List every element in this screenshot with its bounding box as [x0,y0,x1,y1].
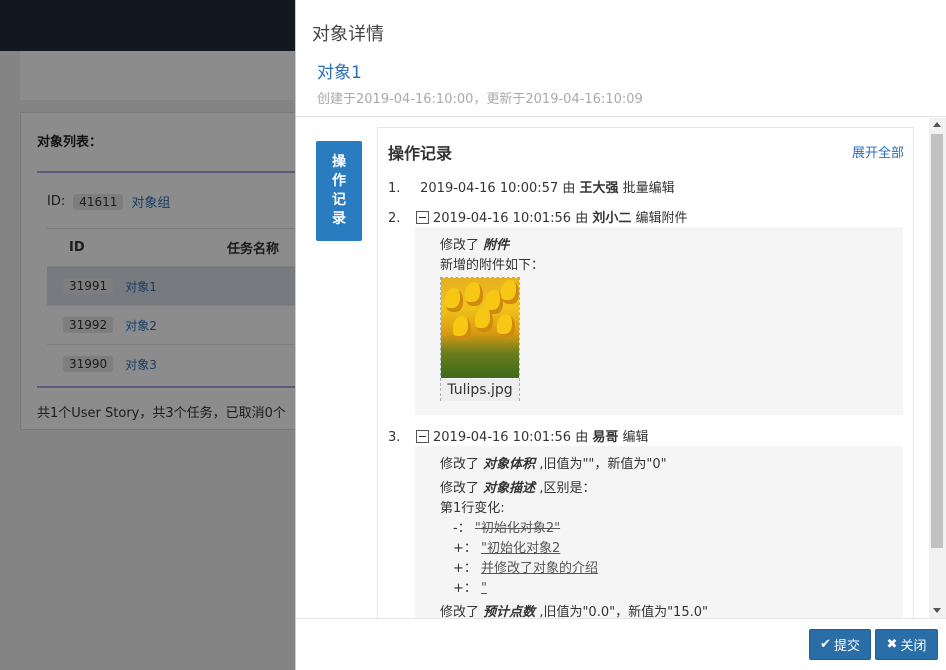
diff-text: "初始化对象2" [474,521,561,536]
record-user: 刘小二 [592,211,632,226]
diff-line-removed: -： "初始化对象2" [453,517,560,536]
record-time: 2019-04-16 10:00:57 [420,181,559,196]
expand-all-link[interactable]: 展开全部 [852,142,904,161]
detail-field: 对象描述 [483,481,536,496]
diff-sign: -： [453,521,471,536]
close-button[interactable]: ✖ 关闭 [875,629,938,660]
detail-line: 新增的附件如下： [440,258,545,273]
detail-field: 附件 [483,238,510,253]
modal-footer: ✔ 提交 ✖ 关闭 [296,618,946,670]
x-icon: ✖ [886,637,898,652]
record-action: 编辑附件 [635,211,688,226]
check-icon: ✔ [820,637,831,652]
record-by: 由 [562,181,576,196]
record-by: 由 [575,211,589,226]
object-meta: 创建于2019-04-16:10:00，更新于2019-04-16:10:09 [317,92,643,107]
scroll-up-icon[interactable] [933,122,941,127]
record-number: 2. [388,211,401,226]
diff-text: "初始化对象2 [481,541,561,556]
detail-line: 修改了 预计点数 ,旧值为"0.0"，新值为"15.0" [440,601,708,618]
record-number: 1. [388,181,401,196]
record-action: 编辑 [622,430,649,445]
object-detail-modal: 对象详情 对象1 创建于2019-04-16:10:00，更新于2019-04-… [295,0,946,670]
log-record: 1. 2019-04-16 10:00:57 由 王大强 批量编辑 [388,177,675,196]
record-time: 2019-04-16 10:01:56 [433,430,572,445]
detail-text: ,旧值为"0.0"，新值为"15.0" [539,605,708,618]
detail-text: 修改了 [440,457,480,472]
detail-line: 修改了 附件 [440,234,509,253]
detail-line: 第1行变化: [440,501,505,516]
modal-body: 操作记录 操作记录 展开全部 1. 2019-04-16 10:00:57 由 … [296,118,946,618]
tab-operation-log[interactable]: 操作记录 [316,141,362,241]
scrollbar[interactable] [929,118,946,618]
record-user: 王大强 [579,181,619,196]
diff-text: " [481,581,488,596]
submit-label: 提交 [833,639,860,654]
diff-text: 并修改了对象的介绍 [481,561,599,576]
operation-log-panel: 操作记录 展开全部 1. 2019-04-16 10:00:57 由 王大强 批… [377,127,914,618]
scroll-down-icon[interactable] [933,608,941,613]
attachment-thumbnail[interactable]: Tulips.jpg [440,277,520,401]
diff-sign: +： [453,541,477,556]
diff-line-added: +： "初始化对象2 [453,537,560,556]
log-record: 3. 2019-04-16 10:01:56 由 易哥 编辑 [388,426,649,445]
object-name-link[interactable]: 对象1 [317,58,362,83]
record-user: 易哥 [592,430,619,445]
submit-button[interactable]: ✔ 提交 [809,629,871,660]
detail-text: ,区别是： [539,481,596,496]
detail-field: 预计点数 [483,605,536,618]
detail-text: 修改了 [440,238,480,253]
tulips-image [441,278,519,378]
record-action: 批量编辑 [622,181,675,196]
diff-sign: +： [453,561,477,576]
log-record: 2. 2019-04-16 10:01:56 由 刘小二 编辑附件 [388,207,688,226]
detail-line: 修改了 对象体积 ,旧值为""，新值为"0" [440,453,667,472]
close-label: 关闭 [900,639,927,654]
collapse-icon[interactable] [416,211,429,224]
collapse-icon[interactable] [416,430,429,443]
record-detail: 修改了 对象体积 ,旧值为""，新值为"0" 修改了 对象描述 ,区别是： 第1… [415,446,903,618]
detail-text: 修改了 [440,481,480,496]
detail-line: 修改了 对象描述 ,区别是： [440,477,595,496]
detail-text: 修改了 [440,605,480,618]
diff-line-added: +： 并修改了对象的介绍 [453,557,598,576]
modal-title: 对象详情 [312,24,384,45]
detail-text: ,旧值为""，新值为"0" [539,457,667,472]
scrollbar-thumb[interactable] [931,134,943,548]
diff-line-added: +： " [453,577,487,596]
modal-header: 对象详情 对象1 创建于2019-04-16:10:00，更新于2019-04-… [296,0,946,117]
record-by: 由 [575,430,589,445]
attachment-name[interactable]: Tulips.jpg [441,379,519,401]
detail-field: 对象体积 [483,457,536,472]
panel-title: 操作记录 [388,144,453,163]
record-number: 3. [388,430,401,445]
diff-sign: +： [453,581,477,596]
record-time: 2019-04-16 10:01:56 [433,211,572,226]
record-detail: 修改了 附件 新增的附件如下： Tulips.jpg [415,227,903,415]
